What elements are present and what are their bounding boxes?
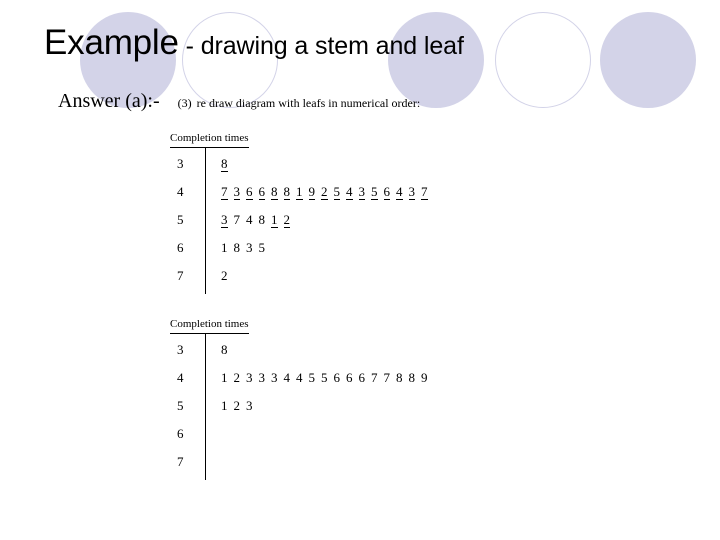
stem-leaf-row: 38 xyxy=(170,342,434,370)
leaf-value: 7 xyxy=(221,184,228,200)
leaf-value: 4 xyxy=(396,184,403,200)
answer-note-number: (3) xyxy=(177,96,192,110)
circle-outline-2 xyxy=(495,12,591,108)
stem-leaf-row: 412333445566677889 xyxy=(170,370,434,398)
leaf-value: 3 xyxy=(233,184,240,200)
leaf-values: 8 xyxy=(205,342,234,358)
leaf-value: 1 xyxy=(221,370,228,385)
leaf-values: 1835 xyxy=(205,240,271,256)
leaf-values: 12333445566677889 xyxy=(205,370,434,386)
stem-value: 3 xyxy=(177,342,184,357)
leaf-value: 8 xyxy=(271,184,278,200)
stem-value: 7 xyxy=(177,268,184,283)
leaf-value: 3 xyxy=(358,184,365,200)
leaf-value: 2 xyxy=(233,370,241,385)
leaf-value: 3 xyxy=(271,370,278,385)
leaf-value: 4 xyxy=(246,212,253,227)
leaf-value: 9 xyxy=(421,370,428,385)
leaf-value: 6 xyxy=(258,184,265,200)
leaf-value: 6 xyxy=(383,184,390,200)
leaf-value: 1 xyxy=(221,398,228,413)
leaf-value: 7 xyxy=(383,370,391,385)
leaf-value: 5 xyxy=(333,184,340,200)
stem-leaf-divider-line xyxy=(205,333,206,480)
leaf-value: 6 xyxy=(358,370,366,385)
leaf-value: 5 xyxy=(258,240,266,255)
leaf-value: 9 xyxy=(308,184,315,200)
stem-value: 5 xyxy=(177,398,184,413)
leaf-value: 4 xyxy=(283,370,291,385)
stem-leaf-row: 5 374812 xyxy=(170,212,434,240)
leaf-values: 2 xyxy=(205,268,234,284)
leaf-value: 7 xyxy=(233,212,241,227)
plot-caption: Completion times xyxy=(170,318,249,334)
stem-leaf-row: 6 xyxy=(170,426,434,454)
leaf-value: 3 xyxy=(246,240,253,255)
leaf-value: 1 xyxy=(271,212,278,228)
leaf-value: 5 xyxy=(371,184,378,200)
stem-leaf-row: 6 1835 xyxy=(170,240,434,268)
leaf-value: 8 xyxy=(258,212,266,227)
leaf-value: 8 xyxy=(233,240,241,255)
plot-caption: Completion times xyxy=(170,132,249,148)
leaf-value: 5 xyxy=(321,370,328,385)
leaf-value: 7 xyxy=(421,184,428,200)
leaf-value: 5 xyxy=(308,370,316,385)
stem-leaf-row: 473668819254356437 xyxy=(170,184,434,212)
stem-value: 3 xyxy=(177,156,184,171)
leaf-value: 6 xyxy=(246,184,253,200)
stem-leaf-plot-unordered: Completion times 38473668819254356437537… xyxy=(170,128,434,296)
stem-leaf-row: 5 123 xyxy=(170,398,434,426)
stem-value: 4 xyxy=(177,370,184,385)
plot-body: 38412333445566677889512367 xyxy=(170,333,434,482)
answer-line: Answer (a):- (3) re draw diagram with lea… xyxy=(58,90,420,113)
page-title: Example - drawing a stem and leaf xyxy=(44,24,464,65)
leaf-value: 3 xyxy=(221,212,228,228)
leaf-value: 8 xyxy=(221,156,228,172)
plot-body: 3847366881925435643753748126183572 xyxy=(170,147,434,296)
leaf-value: 4 xyxy=(296,370,303,385)
page-title-main: Example xyxy=(44,23,179,62)
leaf-values: 123 xyxy=(205,398,259,414)
leaf-value: 7 xyxy=(371,370,378,385)
leaf-value: 3 xyxy=(246,398,253,413)
stem-value: 5 xyxy=(177,212,184,227)
stem-leaf-plot-ordered: Completion times 38412333445566677889512… xyxy=(170,314,434,482)
leaf-value: 8 xyxy=(283,184,290,200)
leaf-value: 2 xyxy=(233,398,241,413)
leaf-values: 73668819254356437 xyxy=(205,184,434,200)
leaf-value: 2 xyxy=(221,268,228,283)
leaf-value: 3 xyxy=(408,184,415,200)
stem-leaf-row: 7 xyxy=(170,454,434,482)
stem-value: 6 xyxy=(177,240,184,255)
leaf-values: 8 xyxy=(205,156,234,172)
stem-leaf-divider-line xyxy=(205,147,206,294)
leaf-value: 2 xyxy=(283,212,290,228)
circle-filled-3 xyxy=(600,12,696,108)
leaf-value: 2 xyxy=(321,184,328,200)
leaf-value: 6 xyxy=(333,370,341,385)
leaf-value: 8 xyxy=(221,342,228,357)
answer-note-text: re draw diagram with leafs in numerical … xyxy=(196,96,421,110)
stem-value: 6 xyxy=(177,426,184,441)
stem-value: 7 xyxy=(177,454,184,469)
leaf-values: 374812 xyxy=(205,212,296,228)
page-title-subtitle: - drawing a stem and leaf xyxy=(178,32,464,60)
leaf-value: 8 xyxy=(396,370,403,385)
answer-label: Answer (a):- xyxy=(58,90,160,112)
leaf-value: 3 xyxy=(246,370,253,385)
leaf-value: 1 xyxy=(296,184,303,200)
leaf-value: 6 xyxy=(346,370,353,385)
stem-leaf-row: 72 xyxy=(170,268,434,296)
answer-note: (3) re draw diagram with leafs in numeric… xyxy=(178,96,421,111)
leaf-value: 3 xyxy=(258,370,266,385)
stem-leaf-row: 38 xyxy=(170,156,434,184)
leaf-value: 4 xyxy=(346,184,353,200)
stem-value: 4 xyxy=(177,184,184,199)
leaf-value: 1 xyxy=(221,240,228,255)
leaf-value: 8 xyxy=(408,370,416,385)
